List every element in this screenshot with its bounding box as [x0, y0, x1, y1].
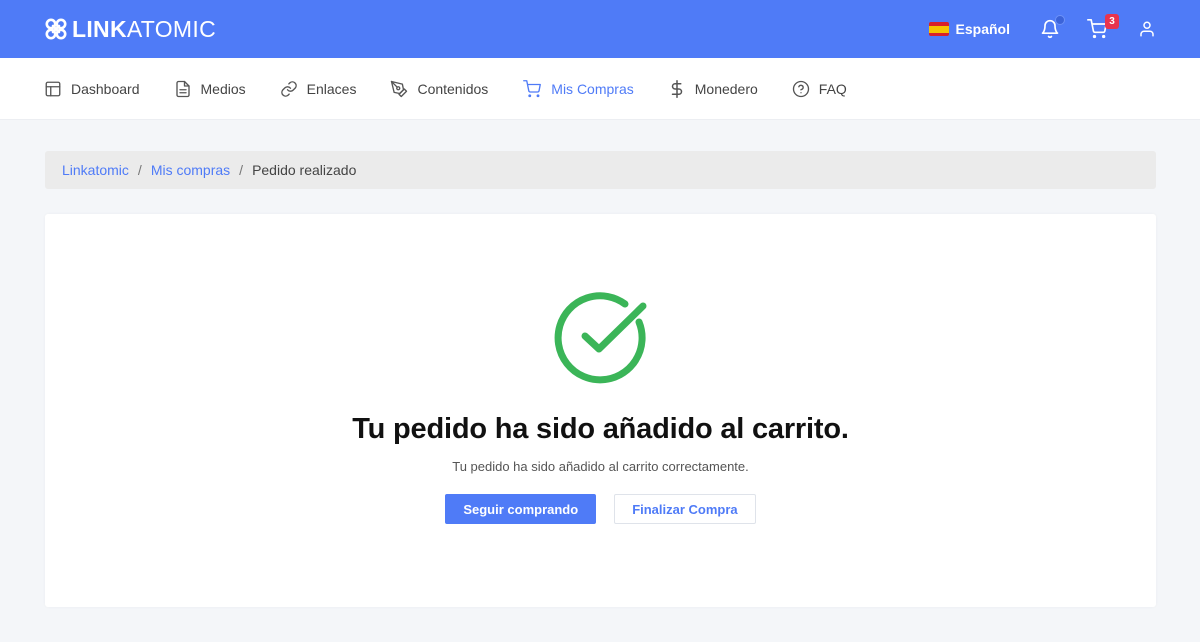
nav-label: Medios [200, 80, 246, 97]
nav-item-contenidos[interactable]: Contenidos [390, 80, 488, 98]
language-label: Español [955, 21, 1010, 37]
nav-label: Enlaces [306, 80, 357, 97]
spain-flag-icon [928, 22, 949, 36]
link-icon [280, 80, 297, 97]
breadcrumb: Linkatomic / Mis compras / Pedido realiz… [45, 151, 1156, 189]
help-circle-icon [792, 80, 809, 97]
notification-dot [1055, 15, 1065, 25]
nav-item-dashboard[interactable]: Dashboard [44, 80, 140, 98]
top-right-controls: Español 3 [928, 14, 1156, 39]
user-menu-button[interactable] [1138, 19, 1156, 39]
document-icon [175, 80, 190, 97]
nav-item-monedero[interactable]: Monedero [668, 79, 758, 98]
check-circle-icon [554, 292, 646, 384]
nav-item-faq[interactable]: FAQ [792, 80, 847, 98]
main-nav: Dashboard Medios Enlaces Contenidos Mis … [0, 58, 1200, 120]
breadcrumb-separator: / [137, 162, 142, 178]
nav-item-mis-compras[interactable]: Mis Compras [522, 79, 634, 98]
breadcrumb-root-link[interactable]: Linkatomic [62, 162, 129, 178]
cart-button[interactable]: 3 [1086, 14, 1119, 39]
cart-icon [523, 79, 542, 97]
checkout-button[interactable]: Finalizar Compra [614, 494, 756, 524]
top-bar: LINKATOMIC Español 3 [0, 0, 1200, 58]
success-subtitle: Tu pedido ha sido añadido al carrito cor… [452, 459, 749, 474]
nav-label: Mis Compras [551, 80, 634, 97]
nav-label: Dashboard [71, 80, 140, 97]
logo-icon [45, 18, 67, 40]
nav-label: Monedero [694, 80, 758, 97]
cart-count-badge: 3 [1105, 14, 1119, 29]
breadcrumb-separator: / [239, 162, 244, 178]
breadcrumb-parent-link[interactable]: Mis compras [151, 162, 230, 178]
language-selector[interactable]: Español [928, 21, 1010, 37]
nav-item-medios[interactable]: Medios [174, 80, 246, 98]
dollar-icon [671, 79, 682, 98]
pen-icon [391, 80, 408, 97]
layout-icon [45, 81, 61, 96]
success-card: Tu pedido ha sido añadido al carrito. Tu… [45, 214, 1156, 607]
nav-label: FAQ [818, 80, 847, 97]
main-content: Linkatomic / Mis compras / Pedido realiz… [0, 120, 1200, 607]
notifications-button[interactable] [1040, 15, 1065, 39]
continue-shopping-button[interactable]: Seguir comprando [445, 494, 597, 524]
action-buttons: Seguir comprando Finalizar Compra [445, 494, 756, 524]
logo[interactable]: LINKATOMIC [44, 16, 216, 43]
logo-text: LINKATOMIC [72, 15, 216, 42]
user-icon [1140, 21, 1154, 37]
nav-item-enlaces[interactable]: Enlaces [280, 80, 357, 98]
breadcrumb-current: Pedido realizado [252, 162, 357, 178]
nav-label: Contenidos [417, 80, 489, 97]
success-title: Tu pedido ha sido añadido al carrito. [352, 413, 849, 445]
